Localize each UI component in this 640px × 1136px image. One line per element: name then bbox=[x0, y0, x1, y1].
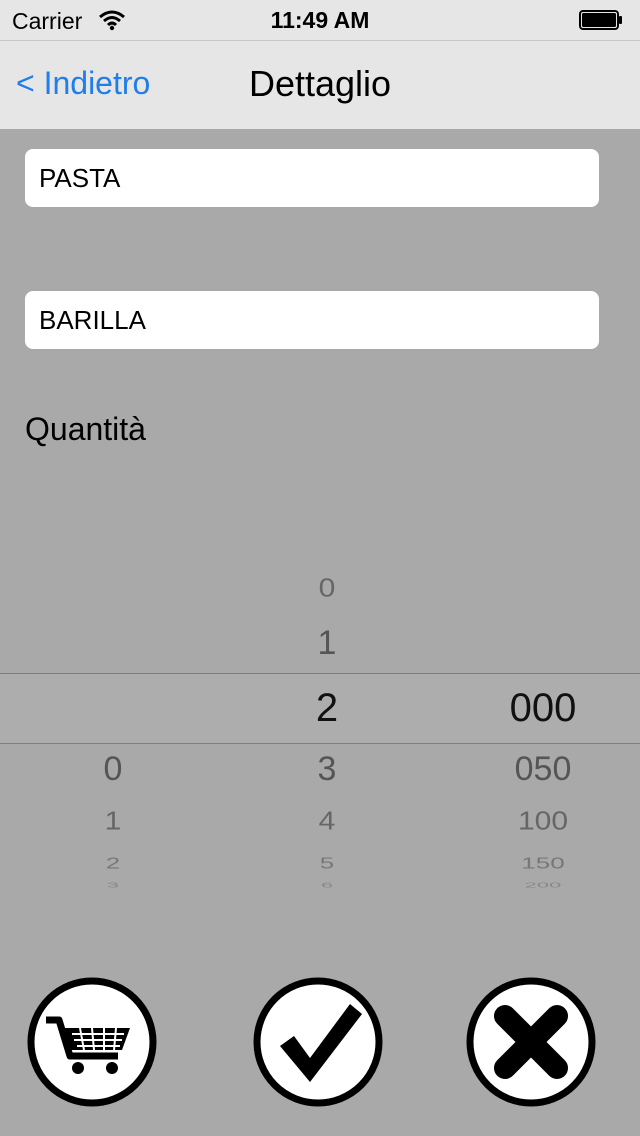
brand-field[interactable]: BARILLA bbox=[25, 291, 599, 349]
picker-value: 1 bbox=[317, 624, 337, 662]
picker-selected-value: 2 bbox=[315, 686, 339, 730]
cross-icon bbox=[466, 977, 596, 1107]
picker-value: 0 bbox=[103, 750, 123, 788]
confirm-button[interactable] bbox=[252, 976, 384, 1108]
picker-value: 050 bbox=[514, 750, 572, 788]
picker-value: 6 bbox=[320, 880, 334, 890]
picker-value: 0 bbox=[318, 574, 336, 603]
quantity-label: Quantità bbox=[25, 411, 146, 447]
picker-value: 3 bbox=[317, 750, 337, 788]
add-to-cart-button[interactable] bbox=[26, 976, 158, 1108]
quantity-picker[interactable]: 0 1 2 3 0 1 2 3 4 5 6 000 050 100 150 20… bbox=[0, 560, 640, 890]
picker-value: 1 bbox=[104, 807, 122, 836]
picker-value: 5 bbox=[319, 854, 335, 873]
battery-icon bbox=[579, 10, 622, 30]
picker-value: 100 bbox=[517, 807, 569, 836]
product-name-field[interactable]: PASTA bbox=[25, 149, 599, 207]
picker-value: 3 bbox=[106, 880, 120, 890]
cancel-button[interactable] bbox=[465, 976, 597, 1108]
checkmark-icon bbox=[253, 977, 383, 1107]
picker-value: 200 bbox=[524, 880, 562, 890]
page-title: Dettaglio bbox=[248, 63, 392, 104]
status-time: 11:49 AM bbox=[270, 7, 370, 33]
picker-selected-value: 000 bbox=[509, 686, 577, 730]
status-bar: Carrier 11:49 AM bbox=[0, 0, 640, 40]
navigation-bar: < Indietro Dettaglio bbox=[0, 40, 640, 129]
picker-value: 4 bbox=[318, 807, 336, 836]
picker-value: 2 bbox=[105, 854, 121, 873]
shopping-cart-icon bbox=[27, 977, 157, 1107]
picker-value: 150 bbox=[521, 854, 565, 873]
